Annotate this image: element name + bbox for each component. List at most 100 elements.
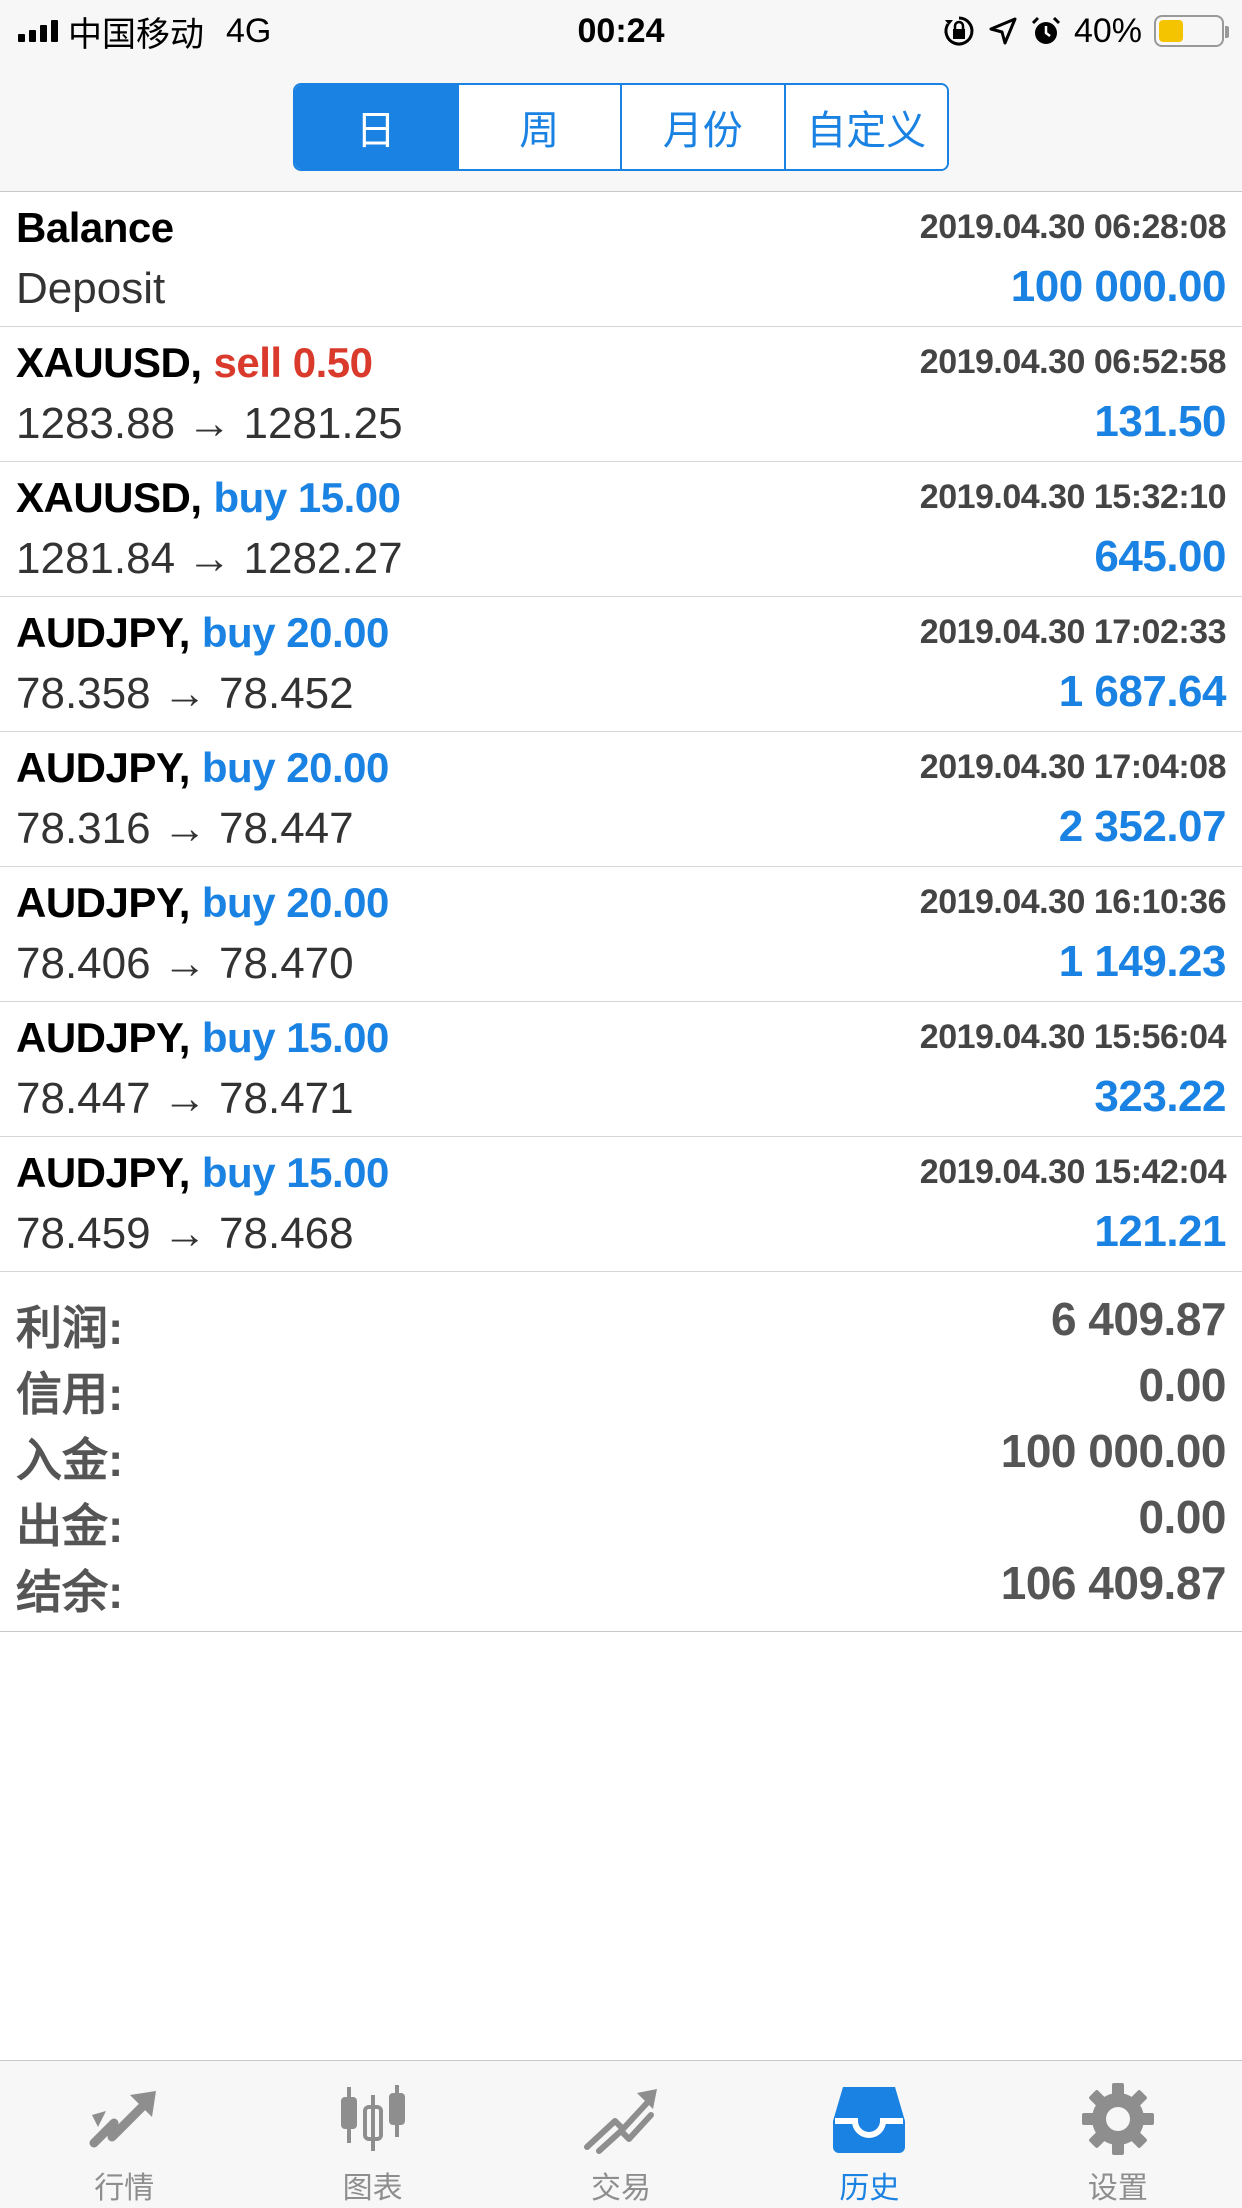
balance-row[interactable]: Balance 2019.04.30 06:28:08 Deposit 100 … (0, 192, 1242, 327)
trade-time: 2019.04.30 17:02:33 (919, 613, 1227, 651)
summary-label: 出金: (16, 1500, 124, 1552)
settings-icon (1081, 2083, 1154, 2155)
balance-amount: 100 000.00 (1010, 262, 1227, 311)
trade-time: 2019.04.30 15:32:10 (919, 478, 1227, 516)
chart-icon (340, 2085, 405, 2151)
balance-time: 2019.04.30 06:28:08 (919, 208, 1227, 246)
trade-prices: 78.406 → 78.470 (16, 939, 354, 988)
summary-label: 信用: (16, 1368, 124, 1420)
summary-label: 利润: (16, 1302, 124, 1354)
period-segmented-control: 日 周 月份 自定义 (293, 83, 949, 171)
trade-symbol: XAUUSD, sell 0.50 (16, 339, 373, 387)
summary-deposit: 入金: 100 000.00 (16, 1424, 1227, 1490)
tab-label: 交易 (591, 2172, 652, 2205)
trade-prices: 1283.88 → 1281.25 (16, 399, 403, 448)
tab-label: 历史 (839, 2172, 900, 2205)
location-icon (989, 17, 1017, 45)
trade-symbol: XAUUSD, buy 15.00 (16, 474, 401, 522)
trade-profit: 1 687.64 (1058, 667, 1227, 716)
history-list: Balance 2019.04.30 06:28:08 Deposit 100 … (0, 192, 1242, 1272)
trade-row[interactable]: AUDJPY, buy 20.00 2019.04.30 17:02:33 78.35… (0, 597, 1242, 732)
summary-withdrawal: 出金: 0.00 (16, 1490, 1226, 1556)
segment-custom[interactable]: 自定义 (783, 85, 947, 169)
balance-type: Deposit (16, 264, 166, 313)
summary-value: 6 409.87 (1050, 1293, 1227, 1345)
trade-symbol: AUDJPY, buy 20.00 (16, 744, 389, 792)
tab-chart[interactable]: 图表 (248, 2061, 496, 2208)
tab-label: 图表 (342, 2172, 403, 2205)
battery-percent: 40% (1073, 11, 1142, 50)
symbol-name: XAUUSD, (16, 339, 202, 386)
trade-symbol: AUDJPY, buy 15.00 (16, 1149, 389, 1197)
tab-label: 行情 (94, 2172, 155, 2205)
trade-row[interactable]: XAUUSD, buy 15.00 2019.04.30 15:32:10 1281.… (0, 462, 1242, 597)
trade-row[interactable]: AUDJPY, buy 15.00 2019.04.30 15:56:04 78.44… (0, 1002, 1242, 1137)
summary-profit: 利润: 6 409.87 (16, 1292, 1227, 1358)
trade-action: buy 15.00 (201, 1014, 389, 1061)
trade-time: 2019.04.30 17:04:08 (919, 748, 1227, 786)
symbol-name: AUDJPY, (16, 879, 190, 926)
segment-week[interactable]: 周 (456, 85, 620, 169)
trade-profit: 1 149.23 (1058, 937, 1227, 986)
symbol-name: AUDJPY, (16, 1149, 190, 1196)
summary-value: 106 409.87 (1000, 1557, 1227, 1609)
trade-profit: 645.00 (1094, 532, 1226, 581)
symbol-name: AUDJPY, (16, 1014, 190, 1061)
segment-day[interactable]: 日 (295, 85, 457, 169)
trade-symbol: AUDJPY, buy 15.00 (16, 1014, 389, 1062)
tab-quotes[interactable]: 行情 (0, 2061, 248, 2208)
summary-label: 入金: (16, 1434, 124, 1486)
symbol-name: AUDJPY, (16, 744, 190, 791)
period-header: 日 周 月份 自定义 (0, 62, 1242, 192)
trade-symbol: AUDJPY, buy 20.00 (16, 879, 389, 927)
symbol-name: XAUUSD, (16, 474, 202, 521)
trade-profit: 323.22 (1094, 1072, 1226, 1121)
trade-symbol: AUDJPY, buy 20.00 (16, 609, 389, 657)
trade-prices: 1281.84 → 1282.27 (16, 534, 403, 583)
trade-action: sell 0.50 (213, 339, 373, 386)
trade-time: 2019.04.30 15:56:04 (919, 1018, 1227, 1056)
bottom-tab-bar: 行情 图表 交易 历史 设置 (0, 2060, 1242, 2208)
trade-profit: 121.21 (1094, 1207, 1226, 1256)
trade-time: 2019.04.30 16:10:36 (919, 883, 1227, 921)
trade-action: buy 20.00 (201, 744, 389, 791)
summary-balance: 结余: 106 409.87 (16, 1556, 1227, 1622)
trade-time: 2019.04.30 15:42:04 (919, 1153, 1227, 1191)
trade-icon (584, 2089, 658, 2154)
balance-title: Balance (16, 204, 174, 251)
summary-value: 100 000.00 (1000, 1425, 1227, 1477)
trade-action: buy 15.00 (213, 474, 401, 521)
trade-action: buy 20.00 (201, 879, 389, 926)
status-bar: 中国移动 4G 00:24 40% (0, 0, 1242, 62)
trade-row[interactable]: AUDJPY, buy 20.00 2019.04.30 17:04:08 78.31… (0, 732, 1242, 867)
trade-row[interactable]: XAUUSD, sell 0.50 2019.04.30 06:52:58 1283.… (0, 327, 1242, 462)
summary-value: 0.00 (1138, 1359, 1226, 1411)
trade-action: buy 15.00 (201, 1149, 389, 1196)
orientation-lock-icon (944, 16, 974, 46)
tab-trade[interactable]: 交易 (497, 2061, 745, 2208)
trade-prices: 78.447 → 78.471 (16, 1074, 354, 1123)
trade-prices: 78.459 → 78.468 (16, 1209, 354, 1258)
alarm-icon (1031, 16, 1060, 44)
quotes-icon (89, 2091, 157, 2148)
summary-panel: 利润: 6 409.87 信用: 0.00 入金: 100 000.00 出金:… (0, 1272, 1242, 1632)
battery-icon (1154, 15, 1229, 47)
status-right: 40% (942, 10, 1229, 52)
symbol-name: AUDJPY, (16, 609, 190, 656)
tab-label: 设置 (1087, 2172, 1148, 2205)
history-icon (833, 2087, 906, 2153)
segment-month[interactable]: 月份 (620, 85, 784, 169)
summary-value: 0.00 (1138, 1491, 1226, 1543)
tab-settings[interactable]: 设置 (994, 2061, 1242, 2208)
summary-credit: 信用: 0.00 (16, 1358, 1226, 1424)
trade-time: 2019.04.30 06:52:58 (919, 343, 1227, 381)
trade-profit: 2 352.07 (1058, 802, 1227, 851)
trade-row[interactable]: AUDJPY, buy 20.00 2019.04.30 16:10:36 78.40… (0, 867, 1242, 1002)
trade-profit: 131.50 (1094, 397, 1226, 446)
trade-action: buy 20.00 (201, 609, 389, 656)
battery-level (1159, 20, 1183, 42)
summary-label: 结余: (16, 1566, 124, 1618)
trade-prices: 78.316 → 78.447 (16, 804, 354, 853)
tab-history[interactable]: 历史 (745, 2061, 993, 2208)
trade-row[interactable]: AUDJPY, buy 15.00 2019.04.30 15:42:04 78.45… (0, 1137, 1242, 1272)
